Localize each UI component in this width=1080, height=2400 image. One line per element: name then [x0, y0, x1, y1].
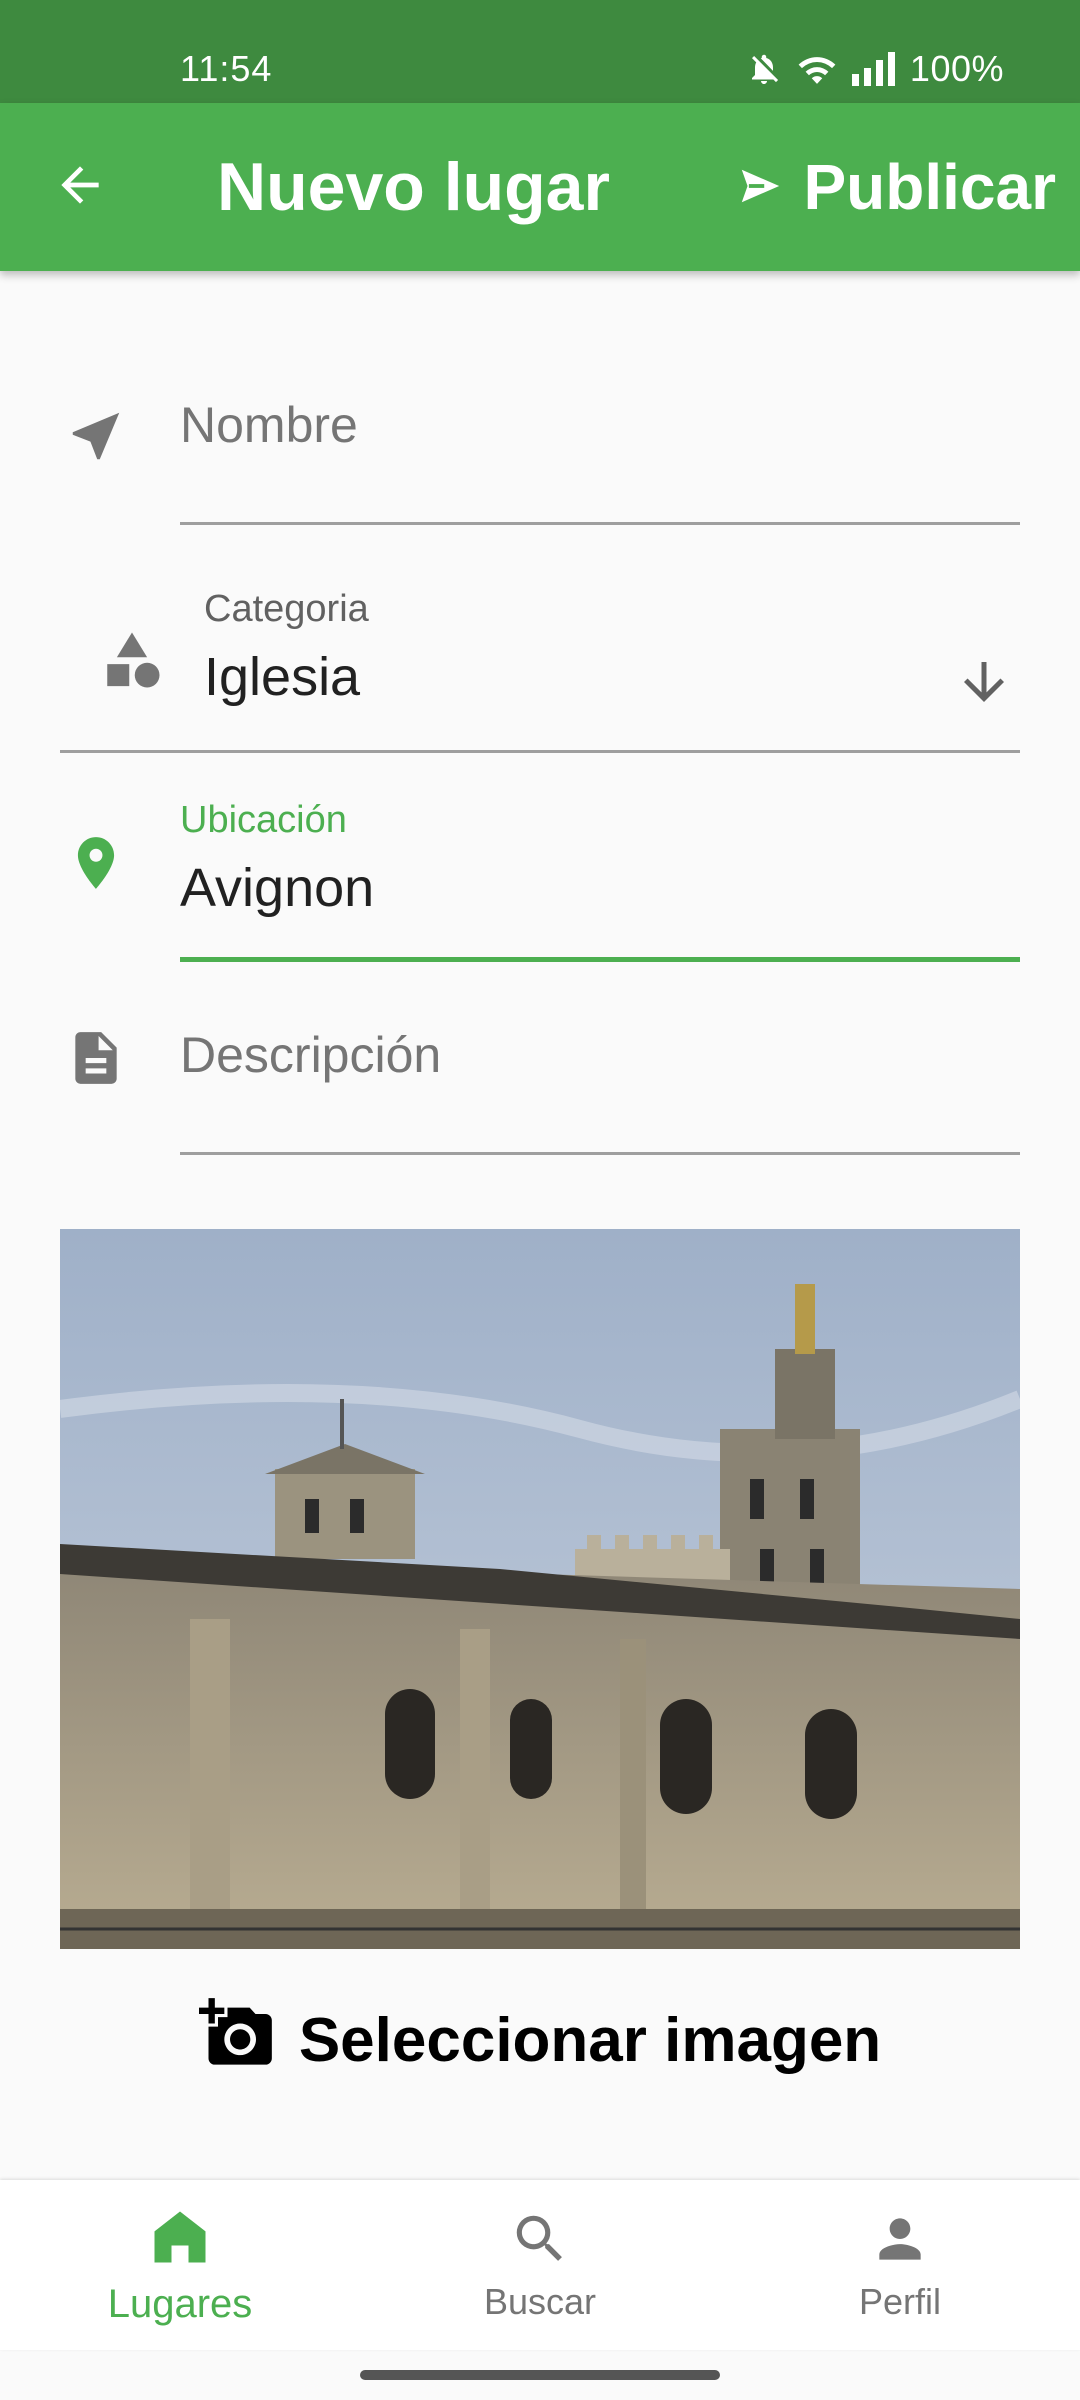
signal-icon	[851, 52, 896, 86]
location-pin-icon	[60, 827, 132, 899]
arrow-back-icon	[52, 157, 108, 218]
category-value: Iglesia	[204, 647, 361, 707]
arrow-down-icon	[948, 646, 1020, 718]
status-bar: 11:54 100%	[0, 0, 1080, 103]
gesture-bar[interactable]	[360, 2370, 720, 2380]
battery-percent: 100%	[909, 48, 1004, 89]
category-dropdown[interactable]: Categoria Iglesia	[0, 580, 1080, 755]
page-title: Nuevo lugar	[217, 149, 610, 225]
publish-label: Publicar	[803, 151, 1056, 223]
selected-photo	[60, 1229, 1020, 1949]
nav-label-lugares: Lugares	[107, 2282, 253, 2326]
send-icon	[737, 150, 783, 224]
wifi-icon	[796, 51, 838, 87]
select-image-button[interactable]: Seleccionar imagen	[0, 1990, 1080, 2090]
status-time: 11:54	[180, 48, 273, 89]
location-underline	[180, 957, 1020, 962]
person-icon	[869, 2208, 931, 2275]
location-input[interactable]: Avignon	[180, 857, 374, 919]
notifications-off-icon	[746, 51, 782, 87]
nav-item-perfil[interactable]: Perfil	[720, 2180, 1080, 2350]
bottom-navigation: Lugares Buscar Perfil	[0, 2180, 1080, 2350]
description-icon	[60, 1022, 132, 1094]
back-button[interactable]	[40, 147, 120, 227]
name-input[interactable]: Nombre	[180, 396, 358, 454]
location-label: Ubicación	[180, 799, 347, 841]
status-icons: 100%	[746, 48, 1004, 90]
description-input[interactable]: Descripción	[180, 1026, 441, 1084]
category-underline	[60, 750, 1020, 753]
navigation-icon	[60, 400, 132, 472]
nav-item-lugares[interactable]: Lugares	[0, 2180, 360, 2350]
name-underline	[180, 522, 1020, 525]
nav-label-buscar: Buscar	[483, 2280, 597, 2322]
select-image-label: Seleccionar imagen	[298, 2005, 882, 2075]
nav-item-buscar[interactable]: Buscar	[360, 2180, 720, 2350]
search-icon	[509, 2208, 571, 2275]
home-icon	[146, 2203, 214, 2276]
category-label: Categoria	[204, 588, 369, 630]
app-bar: Nuevo lugar Publicar	[0, 103, 1080, 271]
description-underline	[180, 1152, 1020, 1155]
category-icon	[96, 624, 168, 696]
name-field[interactable]: Nombre	[0, 370, 1080, 530]
publish-button[interactable]: Publicar	[737, 103, 1062, 271]
location-field[interactable]: Ubicación Avignon	[0, 795, 1080, 965]
add-photo-icon	[198, 1995, 275, 2086]
nav-label-perfil: Perfil	[858, 2280, 942, 2322]
description-field[interactable]: Descripción	[0, 1000, 1080, 1160]
